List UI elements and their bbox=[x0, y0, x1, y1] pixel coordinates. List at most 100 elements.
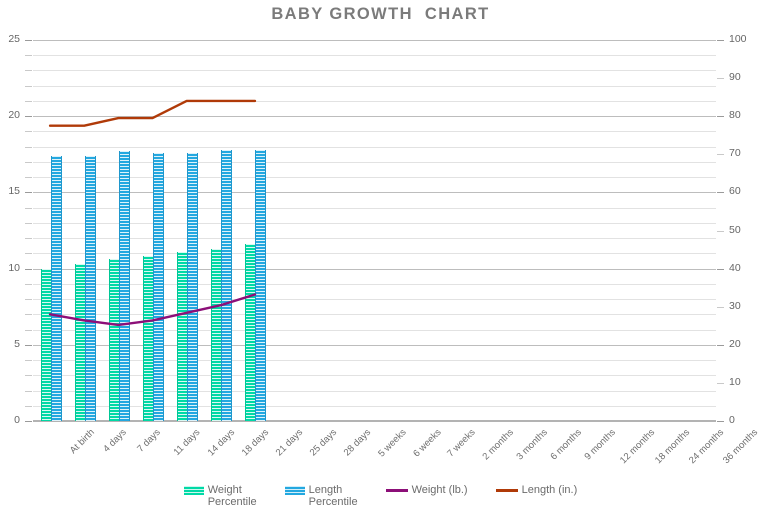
gridline-minor bbox=[33, 390, 716, 392]
gridline-minor bbox=[33, 375, 716, 377]
left-axis-label: 15 bbox=[8, 185, 20, 198]
legend-item-label: Length Percentile bbox=[308, 484, 358, 508]
gridline-minor bbox=[33, 161, 716, 163]
x-axis-label: 25 days bbox=[307, 427, 340, 459]
right-axis-label: 100 bbox=[729, 33, 747, 45]
gridline-minor bbox=[33, 70, 716, 72]
x-axis-label: 7 weeks bbox=[444, 427, 478, 460]
left-axis-tick bbox=[25, 268, 32, 270]
left-axis-tick bbox=[25, 70, 32, 72]
left-axis-tick bbox=[25, 40, 32, 41]
right-axis-label: 20 bbox=[729, 337, 741, 350]
bar-length-percentile bbox=[187, 152, 199, 421]
left-axis-tick bbox=[25, 360, 32, 362]
right-axis-label: 60 bbox=[729, 185, 741, 198]
gridline-major bbox=[33, 116, 716, 118]
left-axis-tick bbox=[25, 55, 32, 57]
legend-item[interactable]: Length Percentile bbox=[284, 484, 358, 508]
gridline-minor bbox=[33, 55, 716, 57]
x-axis-label: 3 months bbox=[514, 427, 550, 463]
x-axis-label: 7 days bbox=[135, 427, 164, 455]
right-axis-tick bbox=[717, 268, 724, 270]
left-axis-tick bbox=[25, 344, 32, 346]
bar-length-percentile bbox=[84, 155, 96, 421]
left-axis-tick bbox=[25, 299, 32, 301]
right-axis-tick bbox=[717, 192, 724, 194]
left-axis-tick bbox=[25, 405, 32, 407]
gridline-minor bbox=[33, 329, 716, 331]
gridline-minor bbox=[33, 85, 716, 87]
gridline-minor bbox=[33, 299, 716, 301]
left-axis-tick bbox=[25, 85, 32, 87]
legend-item[interactable]: Weight (lb.) bbox=[385, 484, 468, 496]
left-axis-label: 5 bbox=[14, 337, 20, 350]
x-axis-label: 36 months bbox=[720, 427, 761, 467]
left-axis-tick bbox=[25, 131, 32, 133]
bar-length-percentile bbox=[221, 149, 233, 421]
left-axis-tick bbox=[25, 329, 32, 331]
x-axis-label: 14 days bbox=[205, 427, 237, 459]
legend-swatch-bar-icon bbox=[284, 486, 305, 495]
legend-item-label: Length (in.) bbox=[521, 484, 578, 496]
x-axis-label: 18 days bbox=[239, 427, 271, 459]
x-axis-label: 5 weeks bbox=[376, 427, 410, 460]
left-axis-tick bbox=[25, 192, 32, 194]
gridline-minor bbox=[33, 238, 716, 240]
chart-title: BABY GROWTH CHART bbox=[271, 5, 490, 23]
right-axis-tick bbox=[717, 40, 724, 41]
bar-length-percentile bbox=[118, 151, 130, 421]
baby-growth-chart: BABY GROWTH CHART 0 5 10 15 20 25 0 10 20 30 40 50… bbox=[0, 0, 761, 526]
chart-legend: Weight Percentile Length Percentile Weight… bbox=[0, 484, 761, 508]
gridline-major bbox=[33, 192, 716, 194]
right-axis-tick bbox=[717, 344, 724, 346]
x-axis-label: At birth bbox=[67, 427, 97, 457]
left-axis-label: 0 bbox=[14, 414, 20, 426]
left-axis-tick bbox=[25, 421, 32, 422]
right-axis-label: 90 bbox=[729, 71, 741, 84]
x-axis-labels: At birth 4 days 7 days 11 days 14 days 18 day… bbox=[33, 423, 760, 485]
gridline-minor bbox=[33, 283, 716, 285]
right-axis-tick bbox=[717, 230, 724, 232]
legend-item[interactable]: Length (in.) bbox=[495, 484, 578, 496]
legend-item[interactable]: Weight Percentile bbox=[183, 484, 257, 508]
x-axis-label: 24 months bbox=[686, 427, 726, 467]
left-axis-tick bbox=[25, 161, 32, 163]
x-axis-label: 6 months bbox=[548, 427, 585, 463]
x-axis-label: 12 months bbox=[618, 427, 658, 467]
gridline-minor bbox=[33, 253, 716, 255]
x-axis-label: 18 months bbox=[652, 427, 692, 467]
left-axis-tick bbox=[25, 116, 32, 118]
gridline-major bbox=[33, 40, 716, 41]
right-axis-tick bbox=[717, 421, 724, 422]
bar-length-percentile bbox=[50, 155, 62, 421]
left-axis-tick bbox=[25, 207, 32, 209]
right-axis-tick bbox=[717, 116, 724, 118]
gridline-minor bbox=[33, 177, 716, 179]
legend-item-label: Weight Percentile bbox=[207, 484, 257, 508]
x-axis-label: 4 days bbox=[101, 427, 129, 455]
left-axis-tick bbox=[25, 314, 32, 316]
left-axis-tick bbox=[25, 253, 32, 255]
right-axis-tick bbox=[717, 382, 724, 384]
legend-swatch-line-icon bbox=[385, 489, 408, 492]
right-axis-label: 50 bbox=[729, 223, 741, 236]
right-axis-label: 10 bbox=[729, 375, 741, 388]
left-axis-tick bbox=[25, 222, 32, 224]
left-axis-tick bbox=[25, 177, 32, 179]
right-axis-label: 80 bbox=[729, 109, 741, 122]
gridline-minor bbox=[33, 100, 716, 102]
x-axis-label: 21 days bbox=[273, 427, 306, 459]
gridline-minor bbox=[33, 314, 716, 316]
left-axis-tick bbox=[25, 146, 32, 148]
left-axis-tick bbox=[25, 375, 32, 377]
legend-swatch-bar-icon bbox=[183, 486, 204, 495]
left-axis-label: 20 bbox=[8, 109, 20, 122]
right-axis-label: 0 bbox=[729, 414, 735, 426]
gridline-major bbox=[33, 268, 716, 270]
left-axis-tick bbox=[25, 100, 32, 102]
gridline-minor bbox=[33, 360, 716, 362]
x-axis-label: 9 months bbox=[582, 427, 619, 463]
right-axis-label: 30 bbox=[729, 299, 741, 312]
right-axis-tick bbox=[717, 306, 724, 308]
gridline-major bbox=[33, 420, 716, 422]
